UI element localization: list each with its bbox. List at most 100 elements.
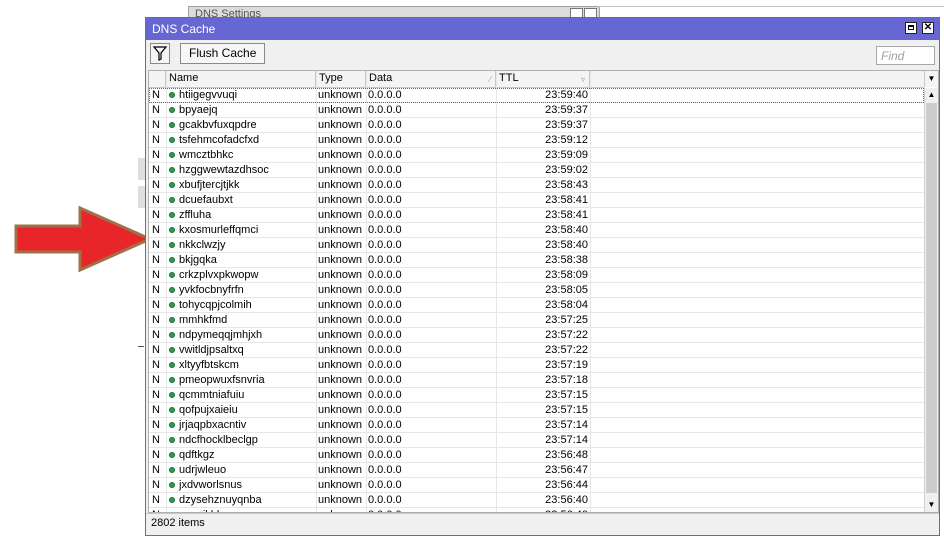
- row-ttl: 23:56:44: [545, 479, 588, 491]
- background-divider: [598, 6, 944, 7]
- table-row[interactable]: Nqdftkgz unknown 0.0.0.0 23:56:48: [149, 448, 924, 463]
- row-flag: N: [152, 314, 160, 326]
- table-row[interactable]: Nbpyaejq unknown 0.0.0.0 23:59:37: [149, 103, 924, 118]
- row-ttl: 23:56:48: [545, 449, 588, 461]
- status-dot-icon: [169, 92, 175, 98]
- row-data: 0.0.0.0: [368, 119, 402, 131]
- row-flag: N: [152, 449, 160, 461]
- row-name-cell: jxdvworlsnus: [169, 478, 314, 492]
- row-type: unknown: [318, 479, 363, 491]
- row-data: 0.0.0.0: [368, 164, 402, 176]
- row-name: gcakbvfuxqpdre: [179, 119, 257, 131]
- table-row[interactable]: Ncrkzplvxpkwopw unknown 0.0.0.0 23:58:09: [149, 268, 924, 283]
- row-ttl: 23:58:04: [545, 299, 588, 311]
- row-ttl: 23:59:40: [545, 89, 588, 101]
- table-row[interactable]: Nmmhkfmd unknown 0.0.0.0 23:57:25: [149, 313, 924, 328]
- row-name: qdftkgz: [179, 449, 215, 461]
- column-header-data-label: Data: [369, 72, 393, 84]
- table-row[interactable]: Nbkjgqka unknown 0.0.0.0 23:58:38: [149, 253, 924, 268]
- row-flag: N: [152, 269, 160, 281]
- table-row[interactable]: Nqofpujxaieiu unknown 0.0.0.0 23:57:15: [149, 403, 924, 418]
- column-header-type[interactable]: Type: [316, 71, 366, 87]
- table-row[interactable]: Nvwitldjpsaltxq unknown 0.0.0.0 23:57:22: [149, 343, 924, 358]
- table-row[interactable]: Nyvkfocbnyfrfn unknown 0.0.0.0 23:58:05: [149, 283, 924, 298]
- close-icon[interactable]: ✕: [922, 22, 934, 34]
- row-name: bkjgqka: [179, 254, 217, 266]
- find-input[interactable]: [876, 46, 935, 65]
- status-dot-icon: [169, 167, 175, 173]
- scroll-down-icon[interactable]: ▼: [925, 498, 938, 512]
- table-row[interactable]: Nxbufjtercjtjkk unknown 0.0.0.0 23:58:43: [149, 178, 924, 193]
- status-dot-icon: [169, 437, 175, 443]
- table-row[interactable]: Nkxosmurleffqmci unknown 0.0.0.0 23:58:40: [149, 223, 924, 238]
- row-flag: N: [152, 284, 160, 296]
- table-row[interactable]: Ndzysehznuyqnba unknown 0.0.0.0 23:56:40: [149, 493, 924, 508]
- row-ttl: 23:56:40: [545, 494, 588, 506]
- row-ttl: 23:58:40: [545, 239, 588, 251]
- row-data: 0.0.0.0: [368, 389, 402, 401]
- table-row[interactable]: Nnkkclwzjy unknown 0.0.0.0 23:58:40: [149, 238, 924, 253]
- red-arrow-annotation: [14, 206, 154, 272]
- row-flag: N: [152, 404, 160, 416]
- row-type: unknown: [318, 179, 363, 191]
- row-name: dzysehznuyqnba: [179, 494, 262, 506]
- table-row[interactable]: Njxdvworlsnus unknown 0.0.0.0 23:56:44: [149, 478, 924, 493]
- filter-button[interactable]: [150, 43, 170, 64]
- row-type: unknown: [318, 449, 363, 461]
- table-row[interactable]: Ndcuefaubxt unknown 0.0.0.0 23:58:41: [149, 193, 924, 208]
- table-row[interactable]: Ntohycqpjcolmih unknown 0.0.0.0 23:58:04: [149, 298, 924, 313]
- table-row[interactable]: Nudrjwleuo unknown 0.0.0.0 23:56:47: [149, 463, 924, 478]
- row-data: 0.0.0.0: [368, 344, 402, 356]
- table-row[interactable]: Nxltyyfbtskcm unknown 0.0.0.0 23:57:19: [149, 358, 924, 373]
- status-dot-icon: [169, 317, 175, 323]
- row-name: tohycqpjcolmih: [179, 299, 252, 311]
- row-flag: N: [152, 104, 160, 116]
- window-title: DNS Cache: [152, 22, 216, 36]
- row-type: unknown: [318, 389, 363, 401]
- status-dot-icon: [169, 377, 175, 383]
- table-row[interactable]: Njrjaqpbxacntiv unknown 0.0.0.0 23:57:14: [149, 418, 924, 433]
- table-row[interactable]: Nhtiigegvvuqi unknown 0.0.0.0 23:59:40: [149, 88, 924, 103]
- row-name: htiigegvvuqi: [179, 89, 238, 101]
- row-name: xbufjtercjtjkk: [179, 179, 240, 191]
- flush-cache-button[interactable]: Flush Cache: [180, 43, 266, 64]
- row-data: 0.0.0.0: [368, 284, 402, 296]
- maximize-icon[interactable]: [905, 22, 917, 34]
- status-dot-icon: [169, 137, 175, 143]
- status-dot-icon: [169, 212, 175, 218]
- table-row[interactable]: Nwmcztbhkc unknown 0.0.0.0 23:59:09: [149, 148, 924, 163]
- status-dot-icon: [169, 107, 175, 113]
- row-data: 0.0.0.0: [368, 134, 402, 146]
- column-header-ttl-label: TTL: [499, 72, 519, 84]
- row-ttl: 23:57:19: [545, 359, 588, 371]
- column-header-ttl[interactable]: TTL ▿: [496, 71, 590, 87]
- table-row[interactable]: Ntsfehmcofadcfxd unknown 0.0.0.0 23:59:12: [149, 133, 924, 148]
- table-row[interactable]: Ngcakbvfuxqpdre unknown 0.0.0.0 23:59:37: [149, 118, 924, 133]
- row-name: udrjwleuo: [179, 464, 227, 476]
- column-header-data[interactable]: Data ⁄: [366, 71, 496, 87]
- window-titlebar[interactable]: DNS Cache ✕: [146, 18, 939, 40]
- row-type: unknown: [318, 224, 363, 236]
- row-name: dcuefaubxt: [179, 194, 233, 206]
- column-header-name[interactable]: Name: [166, 71, 316, 87]
- row-name-cell: qofpujxaieiu: [169, 403, 314, 417]
- row-data: 0.0.0.0: [368, 479, 402, 491]
- column-chooser-dropdown[interactable]: ▼: [924, 71, 938, 87]
- vertical-scrollbar[interactable]: ▲ ▼: [924, 88, 938, 512]
- table-row[interactable]: Nndcfhocklbeclgp unknown 0.0.0.0 23:57:14: [149, 433, 924, 448]
- row-type: unknown: [318, 404, 363, 416]
- row-flag: N: [152, 224, 160, 236]
- table-row[interactable]: Nhzggwewtazdhsoc unknown 0.0.0.0 23:59:02: [149, 163, 924, 178]
- table-row[interactable]: Nzffluha unknown 0.0.0.0 23:58:41: [149, 208, 924, 223]
- row-type: unknown: [318, 359, 363, 371]
- row-name: qcmmtniafuiu: [179, 389, 245, 401]
- table-row[interactable]: Nqcmmtniafuiu unknown 0.0.0.0 23:57:15: [149, 388, 924, 403]
- scroll-up-icon[interactable]: ▲: [925, 88, 938, 102]
- column-header-flag[interactable]: [149, 71, 166, 87]
- table-row[interactable]: Nndpymeqqjmhjxh unknown 0.0.0.0 23:57:22: [149, 328, 924, 343]
- row-name-cell: dzysehznuyqnba: [169, 493, 314, 507]
- row-data: 0.0.0.0: [368, 89, 402, 101]
- table-row[interactable]: Npmeopwuxfsnvria unknown 0.0.0.0 23:57:18: [149, 373, 924, 388]
- scrollbar-thumb[interactable]: [926, 103, 937, 493]
- row-flag: N: [152, 389, 160, 401]
